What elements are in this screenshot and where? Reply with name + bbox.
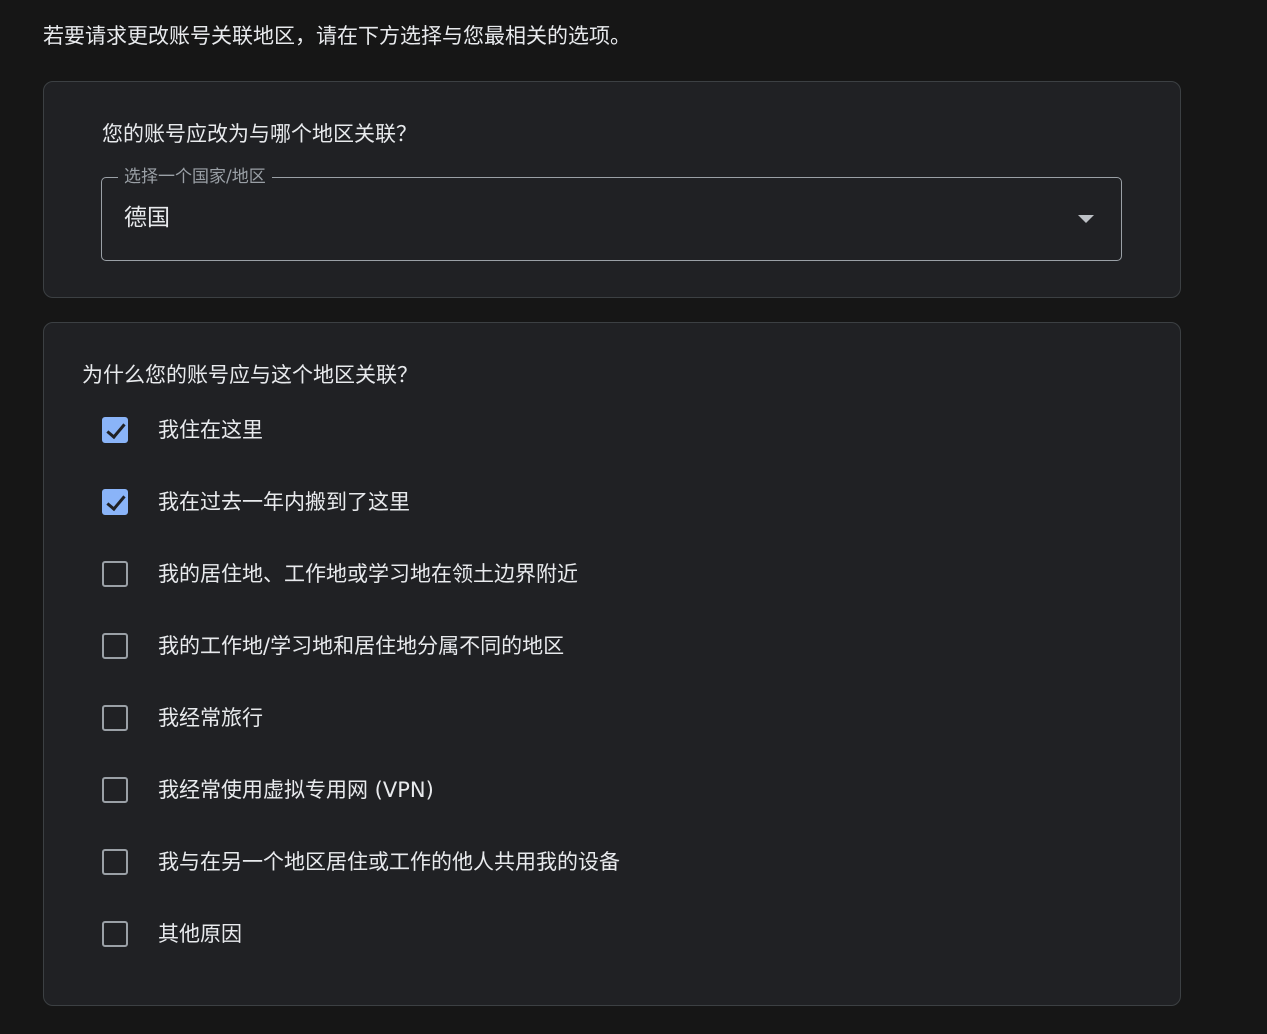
option-live-here[interactable]: 我住在这里 — [102, 415, 263, 445]
option-label: 我住在这里 — [158, 418, 263, 442]
checkbox-near-border[interactable] — [102, 561, 128, 587]
option-label: 我与在另一个地区居住或工作的他人共用我的设备 — [158, 850, 620, 874]
dropdown-arrow-icon[interactable] — [1078, 215, 1094, 223]
region-question: 您的账号应改为与哪个地区关联？ — [102, 122, 417, 146]
checkbox-live-here[interactable] — [102, 417, 128, 443]
option-shared-device[interactable]: 我与在另一个地区居住或工作的他人共用我的设备 — [102, 847, 620, 877]
region-card: 您的账号应改为与哪个地区关联？ 选择一个国家/地区 德国 — [43, 81, 1181, 298]
option-other-reason[interactable]: 其他原因 — [102, 919, 242, 949]
country-select-value: 德国 — [124, 205, 170, 231]
checkbox-other-reason[interactable] — [102, 921, 128, 947]
checkbox-moved-recently[interactable] — [102, 489, 128, 515]
intro-text: 若要请求更改账号关联地区，请在下方选择与您最相关的选项。 — [43, 24, 631, 48]
reason-card: 为什么您的账号应与这个地区关联？ 我住在这里 我在过去一年内搬到了这里 我的居住… — [43, 322, 1181, 1006]
option-label: 我经常旅行 — [158, 706, 263, 730]
option-travel-often[interactable]: 我经常旅行 — [102, 703, 263, 733]
country-select-label: 选择一个国家/地区 — [118, 166, 272, 188]
option-different-regions[interactable]: 我的工作地/学习地和居住地分属不同的地区 — [102, 631, 564, 661]
checkbox-travel-often[interactable] — [102, 705, 128, 731]
reason-question: 为什么您的账号应与这个地区关联？ — [82, 363, 418, 387]
checkbox-different-regions[interactable] — [102, 633, 128, 659]
option-label: 我的居住地、工作地或学习地在领土边界附近 — [158, 562, 578, 586]
country-select[interactable]: 选择一个国家/地区 德国 — [101, 166, 1122, 261]
checkbox-use-vpn[interactable] — [102, 777, 128, 803]
option-near-border[interactable]: 我的居住地、工作地或学习地在领土边界附近 — [102, 559, 578, 589]
checkbox-shared-device[interactable] — [102, 849, 128, 875]
option-use-vpn[interactable]: 我经常使用虚拟专用网 (VPN) — [102, 775, 434, 805]
option-label: 其他原因 — [158, 922, 242, 946]
option-moved-recently[interactable]: 我在过去一年内搬到了这里 — [102, 487, 410, 517]
option-label: 我的工作地/学习地和居住地分属不同的地区 — [158, 634, 565, 658]
option-label: 我在过去一年内搬到了这里 — [158, 490, 410, 514]
option-label: 我经常使用虚拟专用网 (VPN) — [158, 778, 434, 802]
